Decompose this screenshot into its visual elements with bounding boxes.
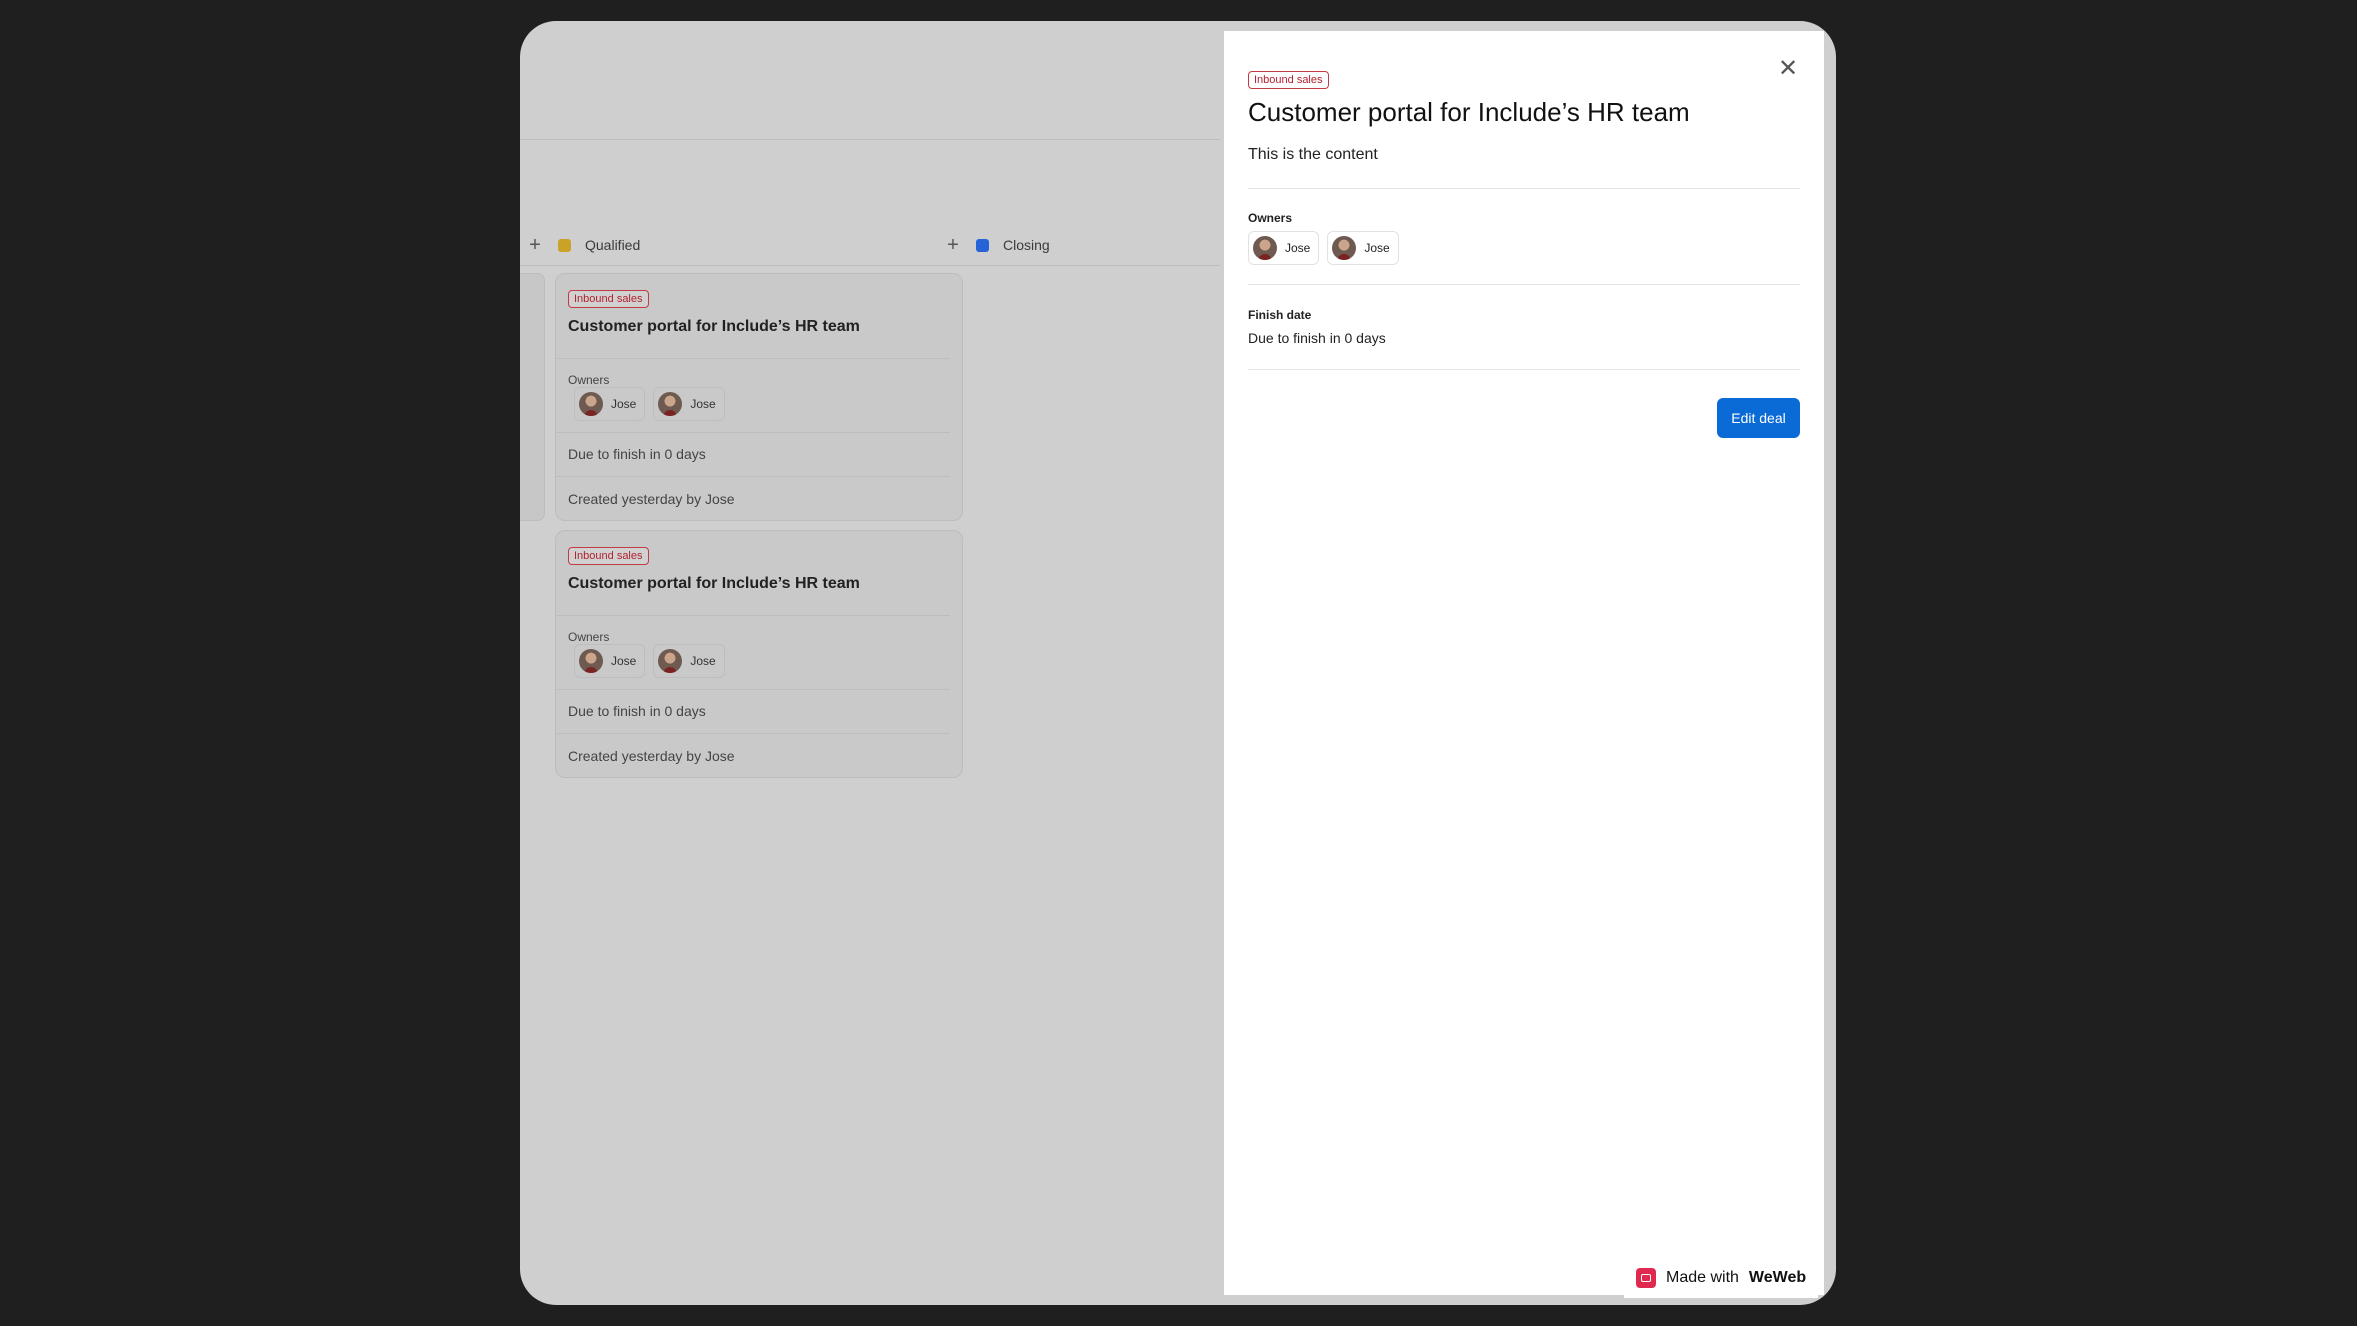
column-color-swatch	[976, 238, 989, 252]
column-title: Qualified	[585, 237, 641, 253]
owner-chip[interactable]: Jose	[653, 644, 725, 678]
avatar	[579, 649, 603, 673]
avatar	[658, 649, 683, 673]
deal-tag: Inbound sales	[568, 547, 649, 565]
deal-tag: Inbound sales	[568, 290, 649, 308]
due-text: Due to finish in 0 days	[1248, 330, 1386, 346]
owners-label: Owners	[568, 630, 610, 644]
partial-card[interactable]	[520, 273, 545, 521]
owner-name: Jose	[690, 397, 716, 411]
header-divider	[520, 139, 1220, 140]
column-header-closing: + Closing	[944, 225, 1050, 265]
divider	[1248, 284, 1800, 285]
owner-name: Jose	[1285, 241, 1311, 255]
divider	[1248, 188, 1800, 189]
owners-label: Owners	[568, 373, 610, 387]
deal-content: This is the content	[1248, 146, 1378, 163]
deal-card[interactable]: Inbound sales Customer portal for Includ…	[555, 530, 963, 778]
finish-date-label: Finish date	[1248, 308, 1312, 322]
badge-prefix: Made with	[1666, 1269, 1739, 1286]
badge-brand: WeWeb	[1748, 1269, 1807, 1286]
owners-list: Jose Jose	[1248, 231, 1399, 265]
owner-name: Jose	[611, 654, 637, 668]
owner-chip[interactable]: Jose	[653, 387, 725, 421]
divider	[556, 615, 950, 616]
deal-card[interactable]: Inbound sales Customer portal for Includ…	[555, 273, 963, 521]
divider	[556, 476, 950, 477]
deal-detail-panel: ✕ Inbound sales Customer portal for Incl…	[1224, 31, 1824, 1295]
owners-list: Jose Jose	[574, 387, 725, 421]
weweb-logo-icon	[1636, 1268, 1656, 1288]
owners-list: Jose Jose	[574, 644, 725, 678]
column-divider	[520, 265, 1220, 266]
column-title: Closing	[1003, 237, 1050, 253]
app-frame: + Qualified + Closing Inbound sales Cust…	[520, 21, 1836, 1305]
divider	[556, 689, 950, 690]
owner-name: Jose	[1364, 241, 1390, 255]
due-text: Due to finish in 0 days	[568, 703, 706, 719]
owner-chip[interactable]: Jose	[1327, 231, 1399, 265]
divider	[1248, 369, 1800, 370]
made-with-weweb-badge[interactable]: Made with WeWeb	[1624, 1258, 1819, 1298]
deal-title: Customer portal for Include’s HR team	[568, 318, 860, 335]
owner-chip[interactable]: Jose	[574, 387, 646, 421]
divider	[556, 358, 950, 359]
created-text: Created yesterday by Jose	[568, 491, 735, 507]
deal-tag: Inbound sales	[1248, 71, 1329, 89]
plus-icon[interactable]: +	[526, 234, 544, 257]
owner-chip[interactable]: Jose	[1248, 231, 1320, 265]
divider	[556, 733, 950, 734]
plus-icon[interactable]: +	[944, 234, 962, 257]
divider	[556, 432, 950, 433]
column-header-qualified: + Qualified	[526, 225, 640, 265]
close-icon[interactable]: ✕	[1774, 55, 1802, 83]
due-text: Due to finish in 0 days	[568, 446, 706, 462]
avatar	[658, 392, 683, 416]
owner-name: Jose	[690, 654, 716, 668]
created-text: Created yesterday by Jose	[568, 748, 735, 764]
edit-deal-button[interactable]: Edit deal	[1717, 398, 1800, 438]
owner-name: Jose	[611, 397, 637, 411]
panel-title: Customer portal for Include’s HR team	[1248, 97, 1690, 127]
avatar	[1253, 236, 1277, 260]
owner-chip[interactable]: Jose	[574, 644, 646, 678]
avatar	[579, 392, 603, 416]
owners-label: Owners	[1248, 211, 1293, 225]
column-color-swatch	[558, 238, 571, 252]
avatar	[1332, 236, 1357, 260]
deal-title: Customer portal for Include’s HR team	[568, 575, 860, 592]
